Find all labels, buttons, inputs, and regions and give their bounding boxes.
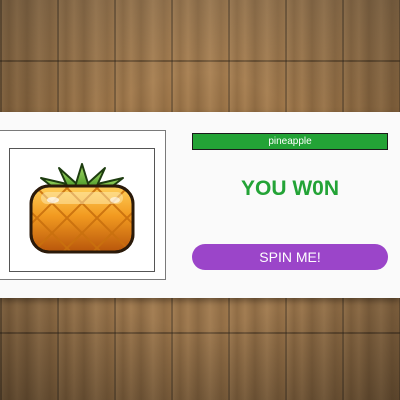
pineapple-icon — [29, 163, 135, 254]
slot-machine-card: pineapple YOU W0N SPIN ME! — [0, 112, 400, 298]
symbol-name-label: pineapple — [192, 133, 388, 150]
reel-frame — [0, 130, 166, 280]
spin-button[interactable]: SPIN ME! — [192, 244, 388, 270]
result-message: YOU W0N — [240, 177, 339, 200]
reel-window — [9, 148, 155, 272]
